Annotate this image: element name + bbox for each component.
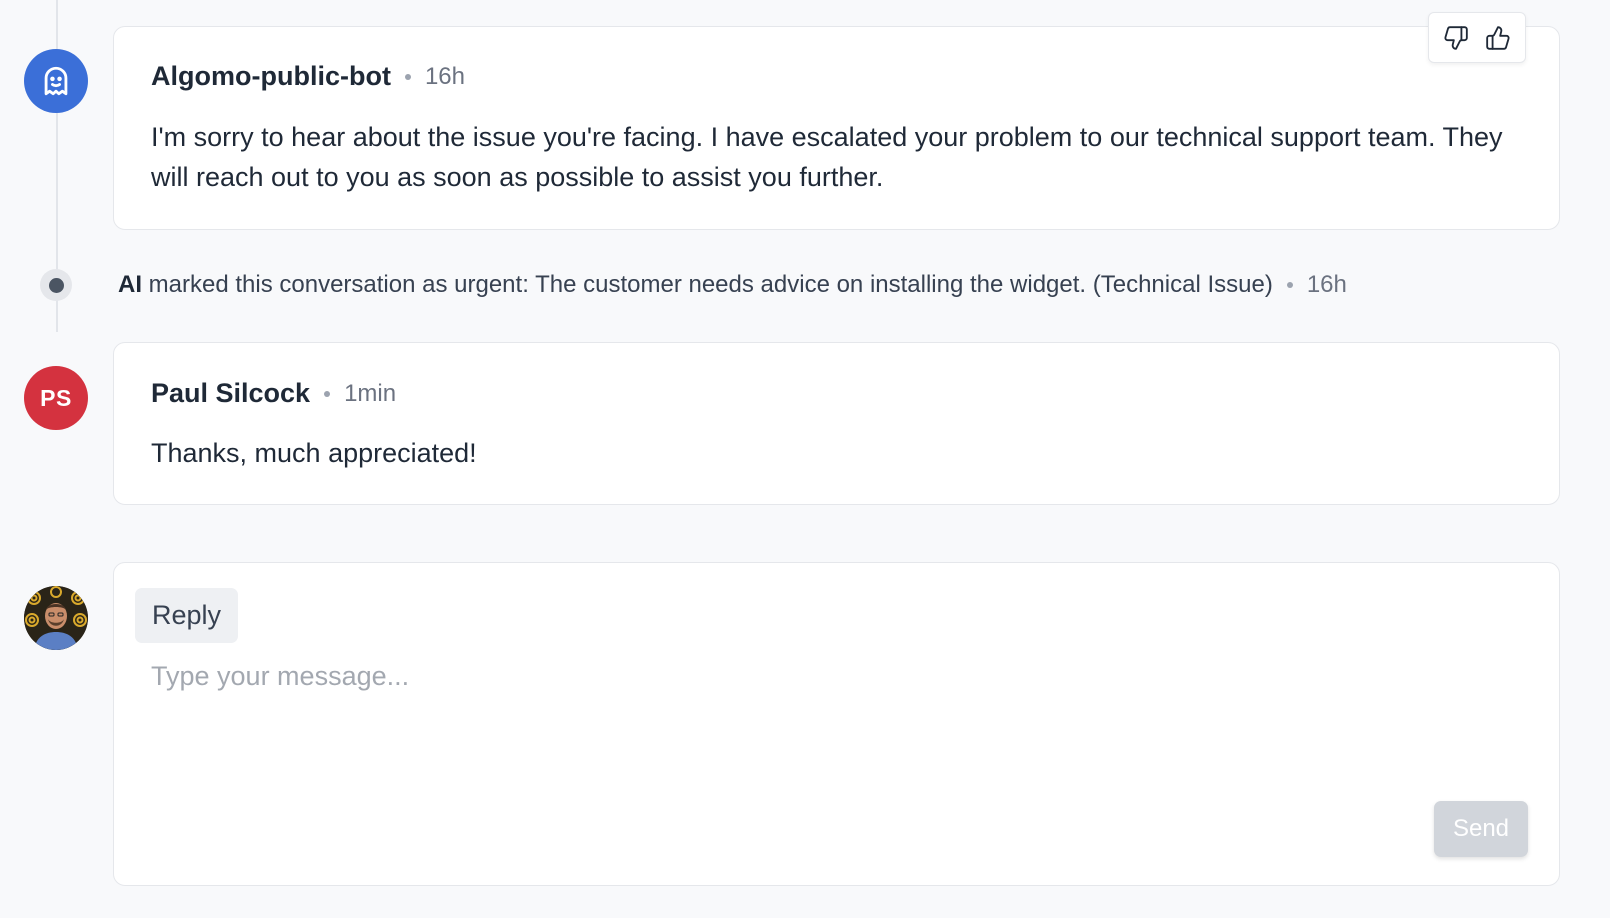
- reply-composer: Reply Send: [113, 562, 1560, 886]
- reply-tab[interactable]: Reply: [135, 588, 239, 643]
- event-text: AI marked this conversation as urgent: T…: [118, 271, 1347, 299]
- separator-dot: [324, 390, 331, 397]
- event-marker-icon: [40, 269, 72, 301]
- user-message-card: Paul Silcock 1min Thanks, much appreciat…: [113, 342, 1560, 505]
- feedback-toolbar: [1428, 12, 1526, 63]
- message-header: Algomo-public-bot 16h: [151, 61, 465, 92]
- message-body: Thanks, much appreciated!: [151, 438, 477, 468]
- event-actor: AI: [118, 271, 142, 298]
- thumbs-up-button[interactable]: [1481, 21, 1515, 55]
- thumbs-down-icon: [1444, 25, 1468, 50]
- agent-photo-icon: [24, 586, 88, 650]
- event-time: 16h: [1306, 271, 1347, 298]
- message-author: Paul Silcock: [151, 378, 311, 408]
- message-author: Algomo-public-bot: [151, 61, 391, 91]
- bot-avatar: [24, 49, 88, 113]
- thumbs-up-icon: [1486, 25, 1510, 50]
- agent-avatar: [24, 586, 88, 650]
- message-time: 16h: [424, 62, 465, 90]
- bot-message-card: Algomo-public-bot 16h I'm sorry to hear …: [113, 26, 1560, 230]
- message-header: Paul Silcock 1min: [151, 378, 396, 409]
- send-button[interactable]: Send: [1434, 801, 1528, 857]
- user-avatar: PS: [24, 366, 88, 430]
- timeline-event: AI marked this conversation as urgent: T…: [40, 268, 1347, 302]
- message-body: I'm sorry to hear about the issue you're…: [151, 122, 1503, 192]
- ghost-icon: [44, 66, 68, 96]
- avatar-initials: PS: [40, 384, 72, 411]
- separator-dot: [404, 73, 411, 80]
- conversation-view: Algomo-public-bot 16h I'm sorry to hear …: [0, 0, 1610, 918]
- separator-dot: [1286, 282, 1293, 288]
- message-input[interactable]: [151, 661, 1511, 791]
- event-description: marked this conversation as urgent: The …: [148, 271, 1273, 298]
- thumbs-down-button[interactable]: [1439, 21, 1473, 55]
- message-time: 1min: [344, 379, 397, 407]
